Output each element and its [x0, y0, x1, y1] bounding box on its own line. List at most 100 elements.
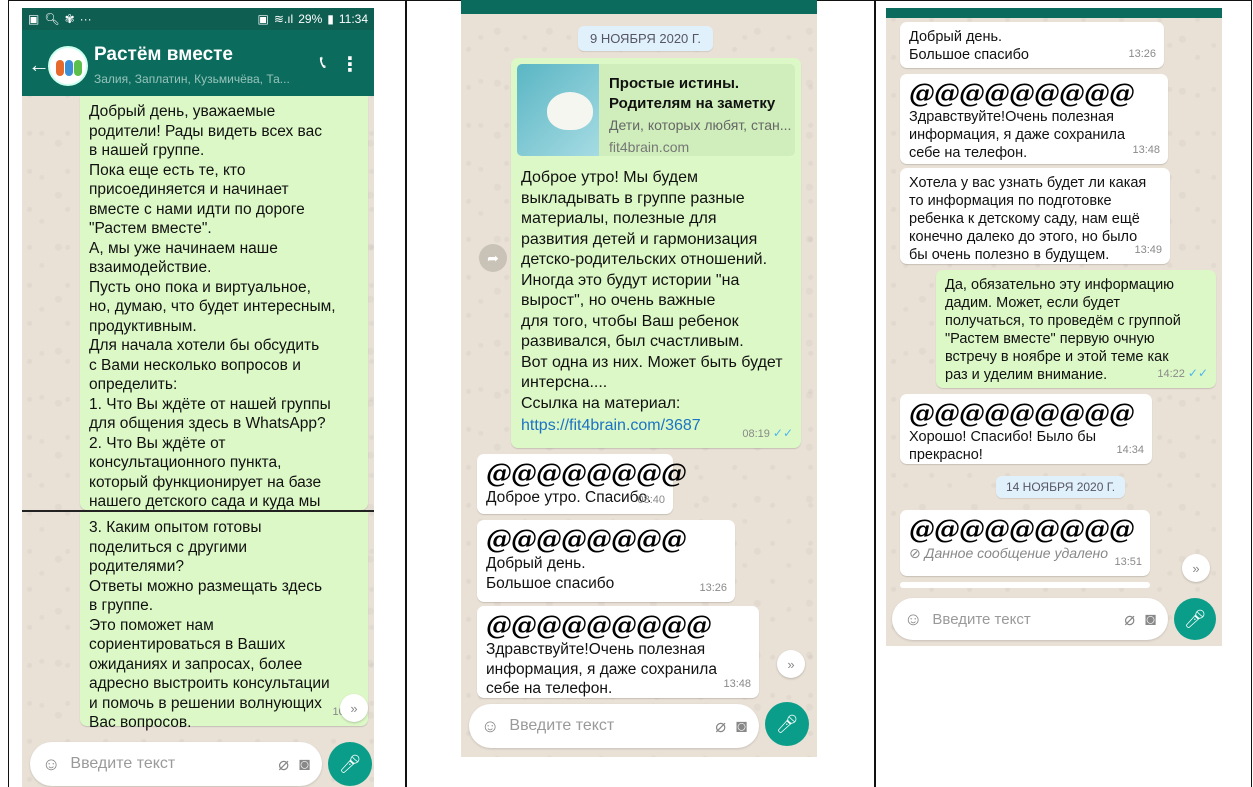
scroll-down-icon[interactable]: »: [340, 694, 368, 722]
forward-icon[interactable]: ➦: [479, 244, 507, 272]
message-input[interactable]: ☺ Введите текст ⌀ ◙: [469, 704, 759, 748]
gallery-icon: ▣: [28, 12, 40, 26]
person-icon: [74, 60, 82, 76]
message-bubble[interactable]: Простые истины. Родителям на заметку Дет…: [511, 58, 801, 448]
sender-name-masked: @@@@@@@@: [486, 459, 687, 489]
scroll-down-icon[interactable]: »: [777, 650, 805, 678]
partial-message: [900, 582, 1150, 588]
camera-icon[interactable]: ◙: [299, 754, 310, 775]
signal-icon: ≋.ıl: [273, 12, 294, 26]
message-bubble[interactable]: Добрый день, уважаемые родители! Рады ви…: [80, 96, 368, 530]
back-arrow-icon[interactable]: ←: [28, 52, 50, 78]
message-time: 08:19 ✓✓: [742, 425, 793, 440]
read-ticks-icon: ✓✓: [1187, 365, 1208, 380]
date-chip: 9 НОЯБРЯ 2020 Г.: [578, 26, 713, 51]
chat-screen-3: Добрый день. Большое спасибо 13:26 @@@@@…: [886, 8, 1222, 646]
menu-dots-icon[interactable]: ⋮: [340, 52, 360, 77]
message-time: 08:40: [637, 493, 665, 506]
attach-icon[interactable]: ⌀: [715, 716, 726, 737]
input-placeholder: Введите текст: [70, 755, 176, 772]
mic-button[interactable]: 🎤︎: [1174, 598, 1216, 640]
sender-name-masked: @@@@@@@@@: [909, 79, 1135, 109]
message-bubble[interactable]: @@@@@@@@@ Здравствуйте!Очень полезная ин…: [477, 606, 759, 698]
input-placeholder: Введите текст: [509, 717, 615, 734]
message-text: Доброе утро! Мы будем выкладывать в груп…: [521, 169, 783, 412]
battery-percent: 29%: [298, 12, 323, 26]
table-divider: [405, 0, 407, 787]
more-dots-icon: ···: [79, 12, 92, 26]
search-icon: 🔍︎: [44, 12, 60, 26]
sender-name-masked: @@@@@@@@@: [909, 399, 1135, 429]
message-bubble[interactable]: @@@@@@@@ Добрый день. Большое спасибо 13…: [477, 520, 735, 602]
message-input[interactable]: ☺ Введите текст ⌀ ◙: [30, 742, 322, 786]
message-time: 13:26: [699, 581, 727, 594]
camera-icon[interactable]: ◙: [736, 716, 747, 737]
blocked-icon: ⊘: [909, 545, 925, 561]
preview-description: Дети, которых любят, стан...: [609, 117, 792, 133]
deleted-message: ⊘ Данное сообщение удалено: [909, 545, 1108, 561]
scroll-down-icon[interactable]: »: [1182, 554, 1210, 582]
read-ticks-icon: ✓✓: [772, 425, 793, 440]
chat-screen-1: ▣ 🔍︎ ✾ ··· ▣ ≋.ıl 29% ▮ 11:34 ← Растём вместе З…: [22, 8, 374, 787]
sender-name-masked: @@@@@@@@@: [909, 515, 1135, 545]
message-text: Хорошо! Спасибо! Было бы прекрасно!: [909, 429, 1096, 463]
preview-title: Простые истины. Родителям на заметку: [609, 75, 776, 112]
message-bubble[interactable]: Да, обязательно эту информацию дадим. Мо…: [936, 270, 1216, 388]
message-text: Хотела у вас узнать будет ли какая то ин…: [909, 175, 1147, 263]
message-bubble[interactable]: @@@@@@@@@ Здравствуйте!Очень полезная ин…: [900, 74, 1168, 164]
message-text: Здравствуйте!Очень полезная информация, …: [486, 641, 717, 697]
message-text: Добрый день. Большое спасибо: [909, 29, 1029, 63]
message-time: 13:26: [1128, 47, 1156, 60]
status-bar: ▣ 🔍︎ ✾ ··· ▣ ≋.ıl 29% ▮ 11:34: [22, 8, 374, 30]
person-icon: [56, 60, 64, 76]
bear-image: [547, 92, 593, 130]
battery-saver-icon: ▣: [257, 12, 269, 26]
message-time: 14:22 ✓✓: [1157, 365, 1208, 380]
emoji-icon[interactable]: ☺: [481, 716, 499, 737]
message-time: 14:34: [1116, 443, 1144, 456]
message-bubble[interactable]: 3. Каким опытом готовы поделиться с друг…: [80, 512, 368, 731]
message-link[interactable]: https://fit4brain.com/3687: [521, 416, 701, 436]
preview-domain: fit4brain.com: [609, 139, 690, 155]
emoji-icon[interactable]: ☺: [904, 609, 922, 630]
chat-title[interactable]: Растём вместе: [94, 44, 233, 66]
message-bubble[interactable]: Добрый день. Большое спасибо 13:26: [900, 22, 1164, 68]
attach-icon[interactable]: ⌀: [278, 754, 289, 775]
message-bubble[interactable]: @@@@@@@@@ Хорошо! Спасибо! Было бы прекр…: [900, 394, 1152, 464]
chat-screen-2: 9 НОЯБРЯ 2020 Г. Простые истины. Родител…: [461, 0, 817, 757]
message-bubble[interactable]: Хотела у вас узнать будет ли какая то ин…: [900, 168, 1170, 264]
person-icon: [65, 60, 73, 76]
chat-header: ← Растём вместе Залия, Заплатин, Кузьмич…: [22, 30, 374, 96]
sender-name-masked: @@@@@@@@@: [486, 611, 712, 641]
battery-icon: ▮: [327, 12, 334, 26]
link-preview[interactable]: Простые истины. Родителям на заметку Дет…: [517, 64, 795, 156]
message-input[interactable]: ☺ Введите текст ⌀ ◙: [892, 598, 1168, 640]
chat-header: [461, 0, 817, 14]
table-divider: [874, 0, 876, 787]
message-bubble[interactable]: @@@@@@@@@ ⊘ Данное сообщение удалено 13:…: [900, 510, 1150, 576]
chat-subtitle: Залия, Заплатин, Кузьмичёва, Та...: [94, 72, 290, 86]
attach-icon[interactable]: ⌀: [1124, 609, 1135, 630]
camera-icon[interactable]: ◙: [1145, 609, 1156, 630]
input-placeholder: Введите текст: [932, 610, 1031, 628]
chat-header: [886, 8, 1222, 18]
mic-button[interactable]: 🎤︎: [328, 742, 372, 786]
add-call-icon[interactable]: 📞︎: [320, 52, 326, 73]
message-text: Здравствуйте!Очень полезная информация, …: [909, 109, 1126, 161]
message-text: Добрый день. Большое спасибо: [486, 555, 615, 592]
message-time: 13:51: [1114, 555, 1142, 568]
flower-icon: ✾: [64, 12, 75, 26]
message-text: 3. Каким опытом готовы поделиться с друг…: [89, 519, 330, 731]
message-text: Добрый день, уважаемые родители! Рады ви…: [89, 103, 336, 530]
message-time: 13:49: [1134, 243, 1162, 256]
clock: 11:34: [338, 12, 368, 26]
message-bubble[interactable]: @@@@@@@@ Доброе утро. Спасибо. 08:40: [477, 454, 687, 514]
message-time: 13:48: [723, 677, 751, 690]
group-avatar[interactable]: [48, 46, 88, 86]
emoji-icon[interactable]: ☺: [42, 754, 60, 775]
message-time: 13:48: [1132, 143, 1160, 156]
sender-name-masked: @@@@@@@@: [486, 525, 687, 555]
preview-thumbnail: [517, 64, 599, 156]
date-chip: 14 НОЯБРЯ 2020 Г.: [996, 476, 1126, 498]
mic-button[interactable]: 🎤︎: [765, 702, 809, 746]
